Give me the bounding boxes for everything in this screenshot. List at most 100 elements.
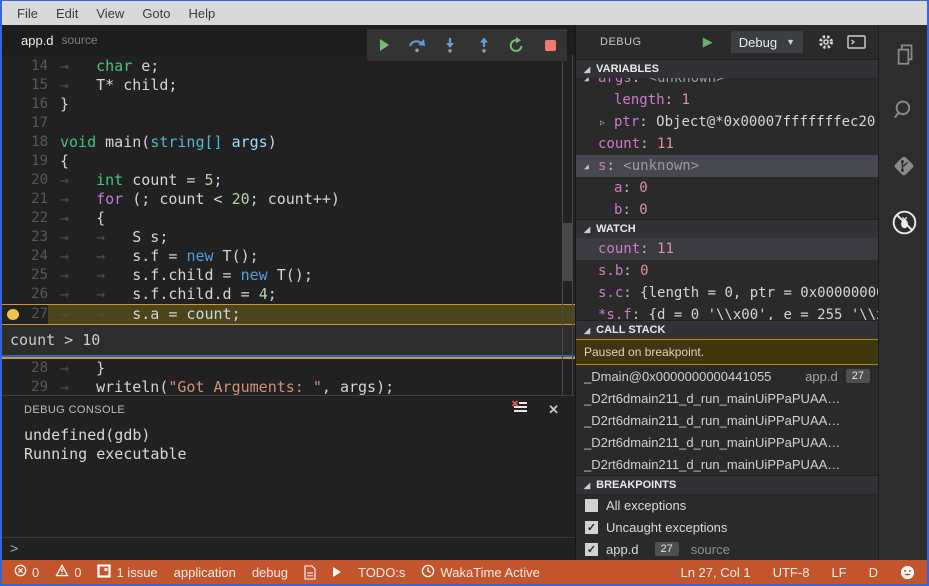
cursor-position[interactable]: Ln 27, Col 1 <box>680 565 750 580</box>
breakpoint-gutter[interactable] <box>2 285 22 304</box>
stack-frame-row[interactable]: _D2rt6dmain211_d_run_mainUiPPaPUAA… <box>576 431 878 453</box>
section-header-breakpoints[interactable]: ◢ BREAKPOINTS <box>576 475 878 494</box>
menu-view[interactable]: View <box>87 6 133 21</box>
menu-help[interactable]: Help <box>180 6 225 21</box>
step-out-icon[interactable] <box>472 32 496 58</box>
breakpoint-gutter[interactable] <box>2 305 22 324</box>
error-count[interactable]: 0 <box>14 564 39 580</box>
section-header-watch[interactable]: ◢ WATCH <box>576 219 878 238</box>
code-line[interactable]: 26 → → s.f.child.d = 4; <box>2 285 575 304</box>
clear-console-icon[interactable] <box>511 400 528 420</box>
code-line[interactable]: 28 → } <box>2 359 575 378</box>
checkbox[interactable]: ✓ <box>585 520 598 534</box>
eol-status[interactable]: LF <box>831 565 846 580</box>
restart-icon[interactable] <box>505 32 529 58</box>
source-control-icon[interactable] <box>891 153 917 184</box>
breakpoint-gutter[interactable] <box>2 190 22 209</box>
breakpoint-gutter[interactable] <box>2 209 22 228</box>
variable-row[interactable]: b: 0 <box>576 199 878 219</box>
gutter[interactable]: 18 <box>2 133 48 152</box>
breakpoint-gutter[interactable] <box>2 171 22 190</box>
breakpoint-gutter[interactable] <box>2 152 22 171</box>
breakpoint-gutter[interactable] <box>2 247 22 266</box>
variable-row[interactable]: length: 1 <box>576 89 878 111</box>
breakpoint-gutter[interactable] <box>2 133 22 152</box>
search-icon[interactable] <box>891 97 917 128</box>
breakpoint-condition-input[interactable]: count > 10 <box>2 325 575 355</box>
breakpoint-gutter[interactable] <box>2 359 22 378</box>
variable-row[interactable]: count: 11 <box>576 133 878 155</box>
variable-row[interactable]: ▷ ptr: Object@*0x00007fffffffec20 <box>576 111 878 133</box>
code-line[interactable]: 17 <box>2 114 575 133</box>
wakatime-status[interactable]: WakaTime Active <box>421 564 540 581</box>
breakpoint-row[interactable]: ✓ Uncaught exceptions <box>576 516 878 538</box>
breakpoint-gutter[interactable] <box>2 76 22 95</box>
watch-row[interactable]: *s.f: {d = 0 '\\x00', e = 255 '\\x <box>576 304 878 320</box>
issues-status[interactable]: 1 issue <box>97 563 158 581</box>
todos-status[interactable]: TODO:s <box>358 565 405 580</box>
breakpoint-gutter[interactable] <box>2 228 22 247</box>
checkbox[interactable]: ✓ <box>585 542 598 556</box>
code-line[interactable]: 18 void main(string[] args) <box>2 133 575 152</box>
gutter[interactable]: 25 <box>2 266 48 285</box>
step-over-icon[interactable] <box>405 32 429 58</box>
gutter[interactable]: 21 <box>2 190 48 209</box>
code-line[interactable]: 23 → → S s; <box>2 228 575 247</box>
code-line[interactable]: 20 → int count = 5; <box>2 171 575 190</box>
code-line[interactable]: 22 → { <box>2 209 575 228</box>
run-task-icon[interactable] <box>332 566 342 578</box>
gutter[interactable]: 27 <box>2 305 48 324</box>
menu-edit[interactable]: Edit <box>47 6 87 21</box>
code-line[interactable]: 16} <box>2 95 575 114</box>
gutter[interactable]: 19 <box>2 152 48 171</box>
code-editor[interactable]: 14 → char e; 15 → T* child; 16} 17 18 void main… <box>2 55 575 395</box>
gutter[interactable]: 26 <box>2 285 48 304</box>
code-line[interactable]: 19 { <box>2 152 575 171</box>
open-console-icon[interactable] <box>847 35 866 49</box>
gutter[interactable]: 28 <box>2 359 48 378</box>
feedback-smiley-icon[interactable] <box>900 565 915 580</box>
breakpoint-gutter[interactable] <box>2 378 22 395</box>
scrollbar-thumb[interactable] <box>563 223 572 281</box>
application-status[interactable]: application <box>174 565 236 580</box>
breakpoint-gutter[interactable] <box>2 57 22 76</box>
gutter[interactable]: 29 <box>2 378 48 395</box>
watch-row[interactable]: s.c: {length = 0, ptr = 0x00000000… <box>576 282 878 304</box>
stack-frame-row[interactable]: _D2rt6dmain211_d_run_mainUiPPaPUAA… <box>576 409 878 431</box>
debug-icon[interactable] <box>891 209 918 241</box>
continue-icon[interactable] <box>372 32 396 58</box>
editor-scrollbar[interactable] <box>562 55 573 395</box>
breakpoint-gutter[interactable] <box>2 266 22 285</box>
checkbox[interactable] <box>585 498 598 512</box>
variable-row[interactable]: ◢ s: <unknown> <box>576 155 878 177</box>
gutter[interactable]: 15 <box>2 76 48 95</box>
section-header-variables[interactable]: ◢ VARIABLES <box>576 59 878 78</box>
gutter[interactable]: 22 <box>2 209 48 228</box>
code-line[interactable]: 29 → writeln("Got Arguments: ", args); <box>2 378 575 395</box>
code-line[interactable]: 24 → → s.f = new T(); <box>2 247 575 266</box>
breakpoint-gutter[interactable] <box>2 114 22 133</box>
code-line[interactable]: 27 → → s.a = count; <box>2 305 575 324</box>
code-line[interactable]: 25 → → s.f.child = new T(); <box>2 266 575 285</box>
stack-frame-row[interactable]: _D2rt6dmain211_d_run_mainUiPPaPUAA… <box>576 453 878 475</box>
gutter[interactable]: 24 <box>2 247 48 266</box>
start-debug-icon[interactable]: ▶ <box>703 34 713 50</box>
breakpoint-gutter[interactable] <box>2 95 22 114</box>
watch-row[interactable]: count: 11 <box>576 238 878 260</box>
encoding-status[interactable]: UTF-8 <box>773 565 810 580</box>
debug-mode-status[interactable]: debug <box>252 565 288 580</box>
warning-count[interactable]: 0 <box>55 564 81 580</box>
stop-icon[interactable] <box>538 32 562 58</box>
debug-console-input[interactable]: > <box>2 537 575 560</box>
breakpoint-row[interactable]: All exceptions <box>576 494 878 516</box>
breakpoint-row[interactable]: ✓ app.d 27 source <box>576 538 878 560</box>
code-line[interactable]: 15 → T* child; <box>2 76 575 95</box>
gutter[interactable]: 23 <box>2 228 48 247</box>
debug-config-dropdown[interactable]: Debug ▼ <box>730 31 803 53</box>
gutter[interactable]: 17 <box>2 114 48 133</box>
watch-row[interactable]: s.b: 0 <box>576 260 878 282</box>
section-header-call-stack[interactable]: ◢ CALL STACK <box>576 320 878 339</box>
stack-frame-row[interactable]: _D2rt6dmain211_d_run_mainUiPPaPUAA… <box>576 387 878 409</box>
variable-row[interactable]: a: 0 <box>576 177 878 199</box>
close-console-icon[interactable]: ✕ <box>548 402 559 418</box>
